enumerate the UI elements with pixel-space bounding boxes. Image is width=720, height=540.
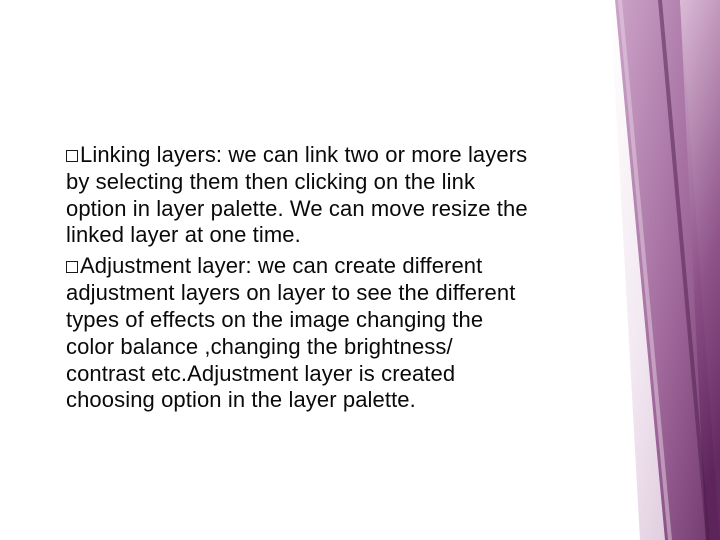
bullet-lead: Linking: [80, 142, 150, 167]
square-bullet-icon: [66, 150, 78, 162]
list-item: Adjustment layer: we can create differen…: [66, 253, 536, 414]
side-decor: [610, 0, 720, 540]
square-bullet-icon: [66, 261, 78, 273]
list-item: Linking layers: we can link two or more …: [66, 142, 536, 249]
slide: Linking layers: we can link two or more …: [0, 0, 720, 540]
bullet-lead: Adjustment: [80, 253, 191, 278]
body-text: Linking layers: we can link two or more …: [66, 142, 536, 418]
